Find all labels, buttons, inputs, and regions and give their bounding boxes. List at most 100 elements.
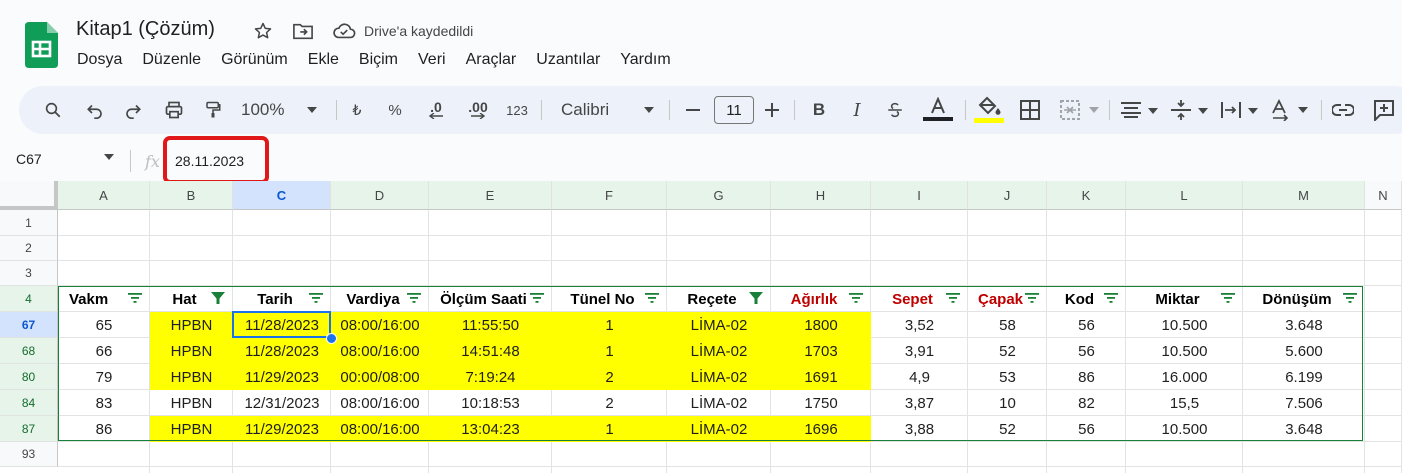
header-cell-10[interactable]: Çapak bbox=[968, 286, 1047, 312]
save-status[interactable]: Drive'a kaydedildi bbox=[364, 23, 473, 39]
table-cell[interactable]: 82 bbox=[1047, 390, 1126, 416]
row-header-2[interactable]: 2 bbox=[0, 236, 58, 261]
currency-format-button[interactable]: ₺ bbox=[347, 86, 367, 134]
column-header-k[interactable]: K bbox=[1047, 181, 1126, 210]
column-header-b[interactable]: B bbox=[150, 181, 233, 210]
filter-icon[interactable] bbox=[645, 292, 659, 307]
fill-handle[interactable] bbox=[326, 333, 337, 344]
filter-icon[interactable] bbox=[1343, 292, 1357, 307]
table-cell[interactable]: 5.600 bbox=[1243, 338, 1365, 364]
insert-comment-icon[interactable] bbox=[1369, 86, 1399, 134]
row-header-84[interactable]: 84 bbox=[0, 390, 58, 416]
header-cell-11[interactable]: Kod bbox=[1047, 286, 1126, 312]
row-header-1[interactable]: 1 bbox=[0, 210, 58, 236]
row-header-93[interactable]: 93 bbox=[0, 442, 58, 467]
table-cell[interactable]: HPBN bbox=[150, 364, 233, 390]
filter-icon[interactable] bbox=[1221, 292, 1235, 307]
table-cell[interactable]: 52 bbox=[968, 416, 1047, 442]
bold-icon[interactable]: B bbox=[807, 86, 831, 134]
zoom-select[interactable]: 100% bbox=[241, 86, 299, 134]
search-icon[interactable] bbox=[39, 86, 67, 134]
table-cell[interactable]: 3,52 bbox=[871, 312, 968, 338]
header-cell-8[interactable]: Ağırlık bbox=[771, 286, 871, 312]
filter-icon[interactable] bbox=[849, 292, 863, 307]
table-cell[interactable]: 16.000 bbox=[1126, 364, 1243, 390]
font-chevron-down-icon[interactable] bbox=[641, 86, 657, 134]
menu-data[interactable]: Veri bbox=[418, 51, 446, 69]
header-cell-5[interactable]: Ölçüm Saati bbox=[429, 286, 552, 312]
undo-icon[interactable] bbox=[81, 86, 109, 134]
table-cell[interactable]: 3,88 bbox=[871, 416, 968, 442]
table-cell[interactable]: LİMA-02 bbox=[667, 390, 771, 416]
document-title[interactable]: Kitap1 (Çözüm) bbox=[76, 18, 215, 41]
table-cell[interactable]: 11:55:50 bbox=[429, 312, 552, 338]
cloud-saved-icon[interactable] bbox=[331, 18, 357, 44]
table-cell[interactable]: 56 bbox=[1047, 338, 1126, 364]
filter-icon[interactable] bbox=[530, 292, 544, 307]
filter-icon[interactable] bbox=[128, 292, 142, 307]
table-cell[interactable]: 3,87 bbox=[871, 390, 968, 416]
table-cell[interactable]: 11/28/2023 bbox=[233, 338, 331, 364]
table-cell[interactable]: 66 bbox=[58, 338, 150, 364]
table-cell[interactable]: LİMA-02 bbox=[667, 364, 771, 390]
table-cell[interactable]: 83 bbox=[58, 390, 150, 416]
filter-icon[interactable] bbox=[946, 292, 960, 307]
table-cell[interactable]: 3.648 bbox=[1243, 312, 1365, 338]
filter-icon[interactable] bbox=[1025, 292, 1039, 307]
column-header-j[interactable]: J bbox=[968, 181, 1047, 210]
row-header-4[interactable]: 4 bbox=[0, 286, 58, 312]
table-cell[interactable]: 79 bbox=[58, 364, 150, 390]
column-header-c[interactable]: C bbox=[233, 181, 331, 210]
column-header-f[interactable]: F bbox=[552, 181, 667, 210]
table-cell[interactable]: 11/29/2023 bbox=[233, 364, 331, 390]
fill-color-icon[interactable] bbox=[973, 86, 1005, 134]
table-cell[interactable]: HPBN bbox=[150, 338, 233, 364]
header-cell-1[interactable]: Vakm bbox=[58, 286, 150, 312]
table-cell[interactable]: 56 bbox=[1047, 416, 1126, 442]
table-cell[interactable]: LİMA-02 bbox=[667, 338, 771, 364]
font-select[interactable]: Calibri bbox=[561, 86, 631, 134]
sheets-logo-icon[interactable] bbox=[25, 22, 58, 68]
merge-chevron-down-icon[interactable] bbox=[1087, 86, 1101, 134]
column-header-i[interactable]: I bbox=[871, 181, 968, 210]
active-filter-icon[interactable] bbox=[749, 292, 763, 307]
column-header-d[interactable]: D bbox=[331, 181, 429, 210]
print-icon[interactable] bbox=[159, 86, 189, 134]
table-cell[interactable]: 08:00/16:00 bbox=[331, 390, 429, 416]
table-cell[interactable]: 10.500 bbox=[1126, 338, 1243, 364]
column-header-n[interactable]: N bbox=[1365, 181, 1402, 210]
table-cell[interactable]: 14:51:48 bbox=[429, 338, 552, 364]
table-cell[interactable]: 1 bbox=[552, 312, 667, 338]
table-cell[interactable]: 12/31/2023 bbox=[233, 390, 331, 416]
menu-help[interactable]: Yardım bbox=[620, 51, 670, 69]
merge-cells-icon[interactable] bbox=[1057, 86, 1083, 134]
increase-decimal-button[interactable]: .00 bbox=[463, 86, 493, 134]
filter-icon[interactable] bbox=[407, 292, 421, 307]
table-cell[interactable]: 1 bbox=[552, 338, 667, 364]
table-cell[interactable]: 08:00/16:00 bbox=[331, 312, 429, 338]
column-header-a[interactable]: A bbox=[58, 181, 150, 210]
redo-icon[interactable] bbox=[119, 86, 147, 134]
menu-insert[interactable]: Ekle bbox=[308, 51, 339, 69]
row-header-67[interactable]: 67 bbox=[0, 312, 58, 338]
table-cell[interactable]: 1703 bbox=[771, 338, 871, 364]
table-cell[interactable]: 86 bbox=[58, 416, 150, 442]
percent-format-button[interactable]: % bbox=[384, 86, 406, 134]
name-box-chevron-down-icon[interactable] bbox=[104, 152, 114, 163]
vertical-align-icon[interactable] bbox=[1169, 86, 1211, 134]
table-cell[interactable]: HPBN bbox=[150, 416, 233, 442]
header-cell-7[interactable]: Reçete bbox=[667, 286, 771, 312]
table-cell[interactable]: 1800 bbox=[771, 312, 871, 338]
table-cell[interactable]: 7:19:24 bbox=[429, 364, 552, 390]
table-cell[interactable]: 10 bbox=[968, 390, 1047, 416]
insert-link-icon[interactable] bbox=[1329, 86, 1357, 134]
star-icon[interactable] bbox=[250, 18, 276, 44]
table-cell[interactable]: 7.506 bbox=[1243, 390, 1365, 416]
table-cell[interactable]: HPBN bbox=[150, 390, 233, 416]
table-cell[interactable]: 10:18:53 bbox=[429, 390, 552, 416]
table-cell[interactable]: 1696 bbox=[771, 416, 871, 442]
header-cell-6[interactable]: Tünel No bbox=[552, 286, 667, 312]
table-cell[interactable]: 08:00/16:00 bbox=[331, 338, 429, 364]
table-cell[interactable]: 65 bbox=[58, 312, 150, 338]
decrease-decimal-button[interactable]: .0 bbox=[423, 86, 449, 134]
